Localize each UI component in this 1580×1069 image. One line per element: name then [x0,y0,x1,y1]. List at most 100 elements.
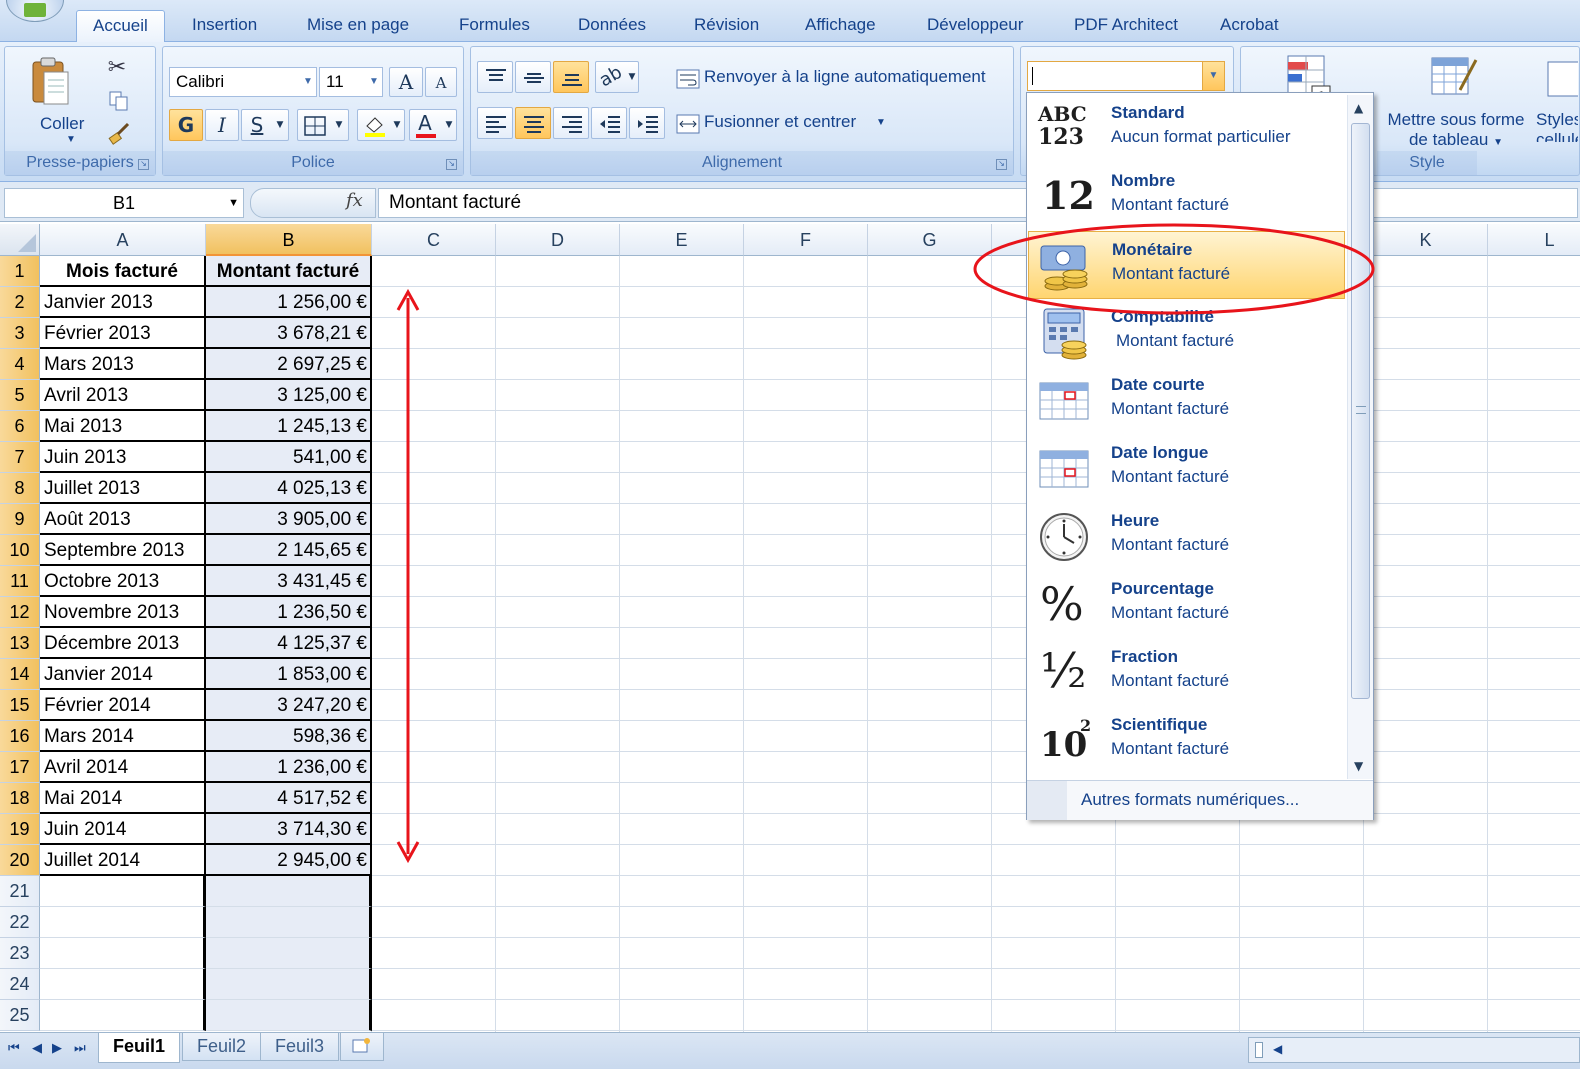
cell-month[interactable]: Décembre 2013 [40,628,206,659]
format-item-date-courte[interactable]: Date courte Montant facturé [1028,367,1345,435]
row-header[interactable]: 8 [0,473,40,504]
last-sheet-icon[interactable]: ⏭ [74,1041,86,1056]
row-header[interactable]: 2 [0,287,40,318]
column-header-d[interactable]: D [496,224,620,256]
cell-month[interactable]: Juin 2013 [40,442,206,473]
cell-month[interactable]: Avril 2014 [40,752,206,783]
merge-center-button[interactable]: Fusionner et centrer ▼ [671,108,901,138]
column-header-b[interactable]: B [206,224,372,256]
empty-cell[interactable] [206,938,372,969]
format-as-table-button[interactable]: Mettre sous forme de tableau ▼ [1377,49,1529,149]
format-item-fraction[interactable]: ½ Fraction Montant facturé [1028,639,1345,707]
cell-amount[interactable]: 2 145,65 € [206,535,372,566]
cell-month[interactable]: Février 2013 [40,318,206,349]
cell-month[interactable]: Avril 2013 [40,380,206,411]
cell-amount[interactable]: 1 245,13 € [206,411,372,442]
scroll-down-icon[interactable]: ▼ [1354,759,1363,773]
cell-month[interactable]: Juin 2014 [40,814,206,845]
chevron-down-icon[interactable]: ▼ [228,189,239,217]
row-header[interactable]: 17 [0,752,40,783]
cell-amount[interactable]: 3 247,20 € [206,690,372,721]
cell-month[interactable]: Janvier 2013 [40,287,206,318]
dropdown-scrollbar[interactable]: ▲ ▼ [1347,95,1373,779]
increase-indent-button[interactable] [629,107,665,139]
cell-month[interactable]: Juillet 2013 [40,473,206,504]
chevron-down-icon[interactable]: ▼ [366,68,382,96]
row-header[interactable]: 16 [0,721,40,752]
prev-sheet-icon[interactable]: ◀ [32,1041,42,1056]
tab-mise-en-page[interactable]: Mise en page [301,10,415,42]
align-middle-button[interactable] [515,61,551,93]
paste-button[interactable]: Coller ▼ [11,51,89,147]
column-header-f[interactable]: F [744,224,868,256]
row-header[interactable]: 24 [0,969,40,1000]
tab-pdf-architect[interactable]: PDF Architect [1068,10,1184,42]
cell-month[interactable]: Mars 2013 [40,349,206,380]
more-formats-link[interactable]: Autres formats numériques... [1081,790,1299,810]
cell-month[interactable]: Mars 2014 [40,721,206,752]
cell-amount[interactable]: 1 256,00 € [206,287,372,318]
empty-cell[interactable] [40,907,206,938]
cell-amount[interactable]: 3 678,21 € [206,318,372,349]
number-format-combo[interactable]: ▼ [1027,61,1225,91]
row-header[interactable]: 10 [0,535,40,566]
cell-amount[interactable]: 1 236,00 € [206,752,372,783]
cell-amount[interactable]: 4 125,37 € [206,628,372,659]
cell-month[interactable]: Mai 2013 [40,411,206,442]
row-header[interactable]: 18 [0,783,40,814]
first-sheet-icon[interactable]: ⏮ [8,1041,20,1056]
shrink-font-button[interactable]: A [425,67,457,97]
row-header[interactable]: 6 [0,411,40,442]
select-all-corner[interactable] [0,224,40,256]
empty-cell[interactable] [40,969,206,1000]
underline-button[interactable]: S ▼ [241,109,289,141]
empty-cell[interactable] [206,969,372,1000]
font-dialog-launcher[interactable]: ↘ [446,159,457,170]
empty-cell[interactable] [206,1000,372,1031]
cell-amount[interactable]: 4 025,13 € [206,473,372,504]
align-bottom-button[interactable] [553,61,589,93]
cell-amount[interactable]: 598,36 € [206,721,372,752]
chevron-down-icon[interactable]: ▼ [1202,62,1224,90]
dropdown-scroll-thumb[interactable] [1351,123,1370,699]
cell-amount[interactable]: 2 945,00 € [206,845,372,876]
row-header[interactable]: 9 [0,504,40,535]
header-cell-mois[interactable]: Mois facturé [40,256,206,287]
cell-month[interactable]: Janvier 2014 [40,659,206,690]
cell-amount[interactable]: 1 236,50 € [206,597,372,628]
chevron-down-icon[interactable]: ▼ [300,68,316,96]
more-formats-row[interactable]: Autres formats numériques... [1027,780,1373,820]
format-item-scientifique[interactable]: 10 2 Scientifique Montant facturé [1028,707,1345,775]
formula-input[interactable]: Montant facturé [378,188,1578,218]
office-button[interactable] [6,0,64,22]
align-center-button[interactable] [515,107,551,139]
copy-button[interactable] [101,85,133,115]
font-name-combo[interactable]: Calibri ▼ [169,67,317,97]
cell-month[interactable]: Août 2013 [40,504,206,535]
clipboard-dialog-launcher[interactable]: ↘ [138,159,149,170]
scroll-up-icon[interactable]: ▲ [1354,101,1363,115]
row-header[interactable]: 25 [0,1000,40,1031]
format-item-standard[interactable]: ABC 123 Standard Aucun format particulie… [1028,95,1345,163]
font-size-combo[interactable]: 11 ▼ [319,67,383,97]
format-item-heure[interactable]: Heure Montant facturé [1028,503,1345,571]
align-top-button[interactable] [477,61,513,93]
sheet-tab-feuil2[interactable]: Feuil2 [182,1033,262,1061]
column-header-k[interactable]: K [1364,224,1488,256]
borders-button[interactable]: ▼ [297,109,349,141]
cell-amount[interactable]: 3 905,00 € [206,504,372,535]
row-header[interactable]: 11 [0,566,40,597]
row-header[interactable]: 23 [0,938,40,969]
empty-cell[interactable] [206,907,372,938]
scroll-left-icon[interactable]: ◀ [1273,1042,1282,1056]
row-header[interactable]: 7 [0,442,40,473]
sheet-tab-feuil3[interactable]: Feuil3 [260,1033,340,1061]
cell-amount[interactable]: 4 517,52 € [206,783,372,814]
row-header[interactable]: 3 [0,318,40,349]
format-item-pourcentage[interactable]: % Pourcentage Montant facturé [1028,571,1345,639]
alignment-dialog-launcher[interactable]: ↘ [996,159,1007,170]
cell-amount[interactable]: 541,00 € [206,442,372,473]
row-header[interactable]: 14 [0,659,40,690]
row-header[interactable]: 4 [0,349,40,380]
cell-amount[interactable]: 3 125,00 € [206,380,372,411]
